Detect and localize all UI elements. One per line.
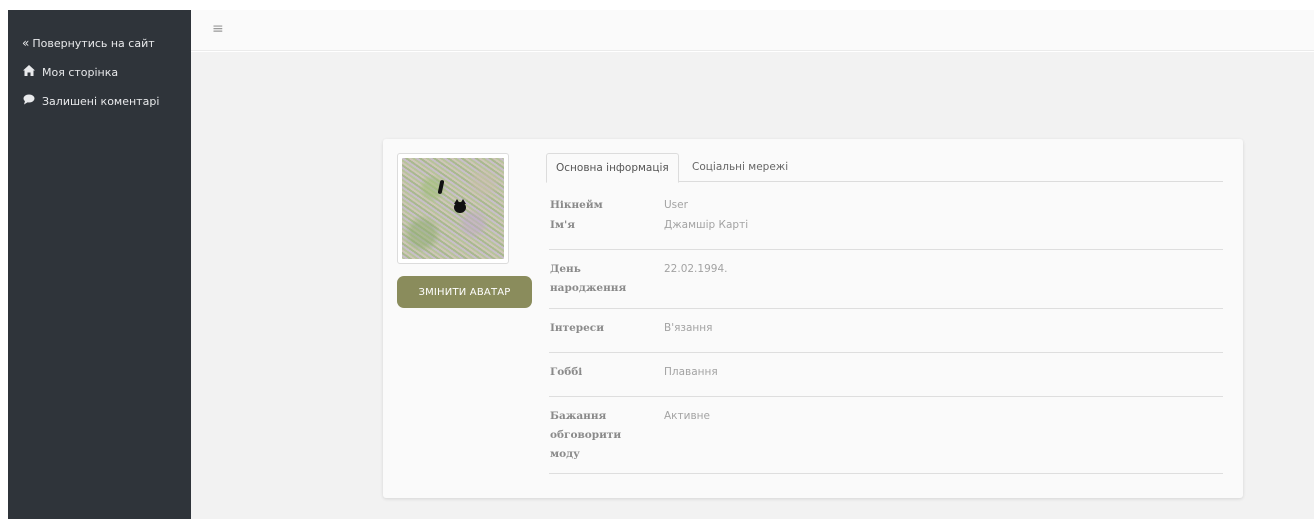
home-icon xyxy=(22,65,36,79)
back-to-site-label: Повернутись на сайт xyxy=(32,36,155,50)
field-label: День народження xyxy=(550,263,627,294)
hamburger-menu-icon[interactable]: ≡ xyxy=(212,21,224,37)
field-value: User xyxy=(664,199,688,211)
sidebar-item-my-page[interactable]: Моя сторінка xyxy=(22,63,118,81)
profile-tabs: Основна інформація Соціальні мережі xyxy=(546,153,1223,183)
tab-social-networks[interactable]: Соціальні мережі xyxy=(683,153,797,182)
field-label: Ім'я xyxy=(550,219,576,231)
field-value: В'язання xyxy=(664,322,713,334)
field-label: Гоббі xyxy=(550,366,583,378)
sidebar-item-label: Залишені коментарі xyxy=(42,94,160,108)
top-bar: ≡ xyxy=(191,10,1314,51)
profile-card: ЗМІНИТИ АВАТАР Основна інформація Соціал… xyxy=(383,139,1243,498)
avatar-image xyxy=(402,158,504,259)
field-value: 22.02.1994. xyxy=(664,263,728,275)
change-avatar-button[interactable]: ЗМІНИТИ АВАТАР xyxy=(397,276,532,308)
field-value: Джамшір Карті xyxy=(664,219,749,231)
sidebar-item-label: Моя сторінка xyxy=(42,65,119,79)
sidebar-item-comments[interactable]: Залишені коментарі xyxy=(22,92,159,110)
field-value: Активне xyxy=(664,410,710,422)
field-label: Інтереси xyxy=(550,322,604,334)
field-label: Нікнейм xyxy=(550,199,603,211)
tab-basic-info[interactable]: Основна інформація xyxy=(546,153,679,183)
avatar xyxy=(397,153,509,264)
back-to-site-link[interactable]: « Повернутись на сайт xyxy=(22,34,155,52)
sidebar: « Повернутись на сайт Моя сторінка Залиш… xyxy=(8,10,191,519)
field-value: Плавання xyxy=(664,366,718,378)
comment-icon xyxy=(22,94,36,108)
field-label: Бажання обговорити моду xyxy=(550,410,622,460)
double-chevron-left-icon: « xyxy=(22,36,30,50)
